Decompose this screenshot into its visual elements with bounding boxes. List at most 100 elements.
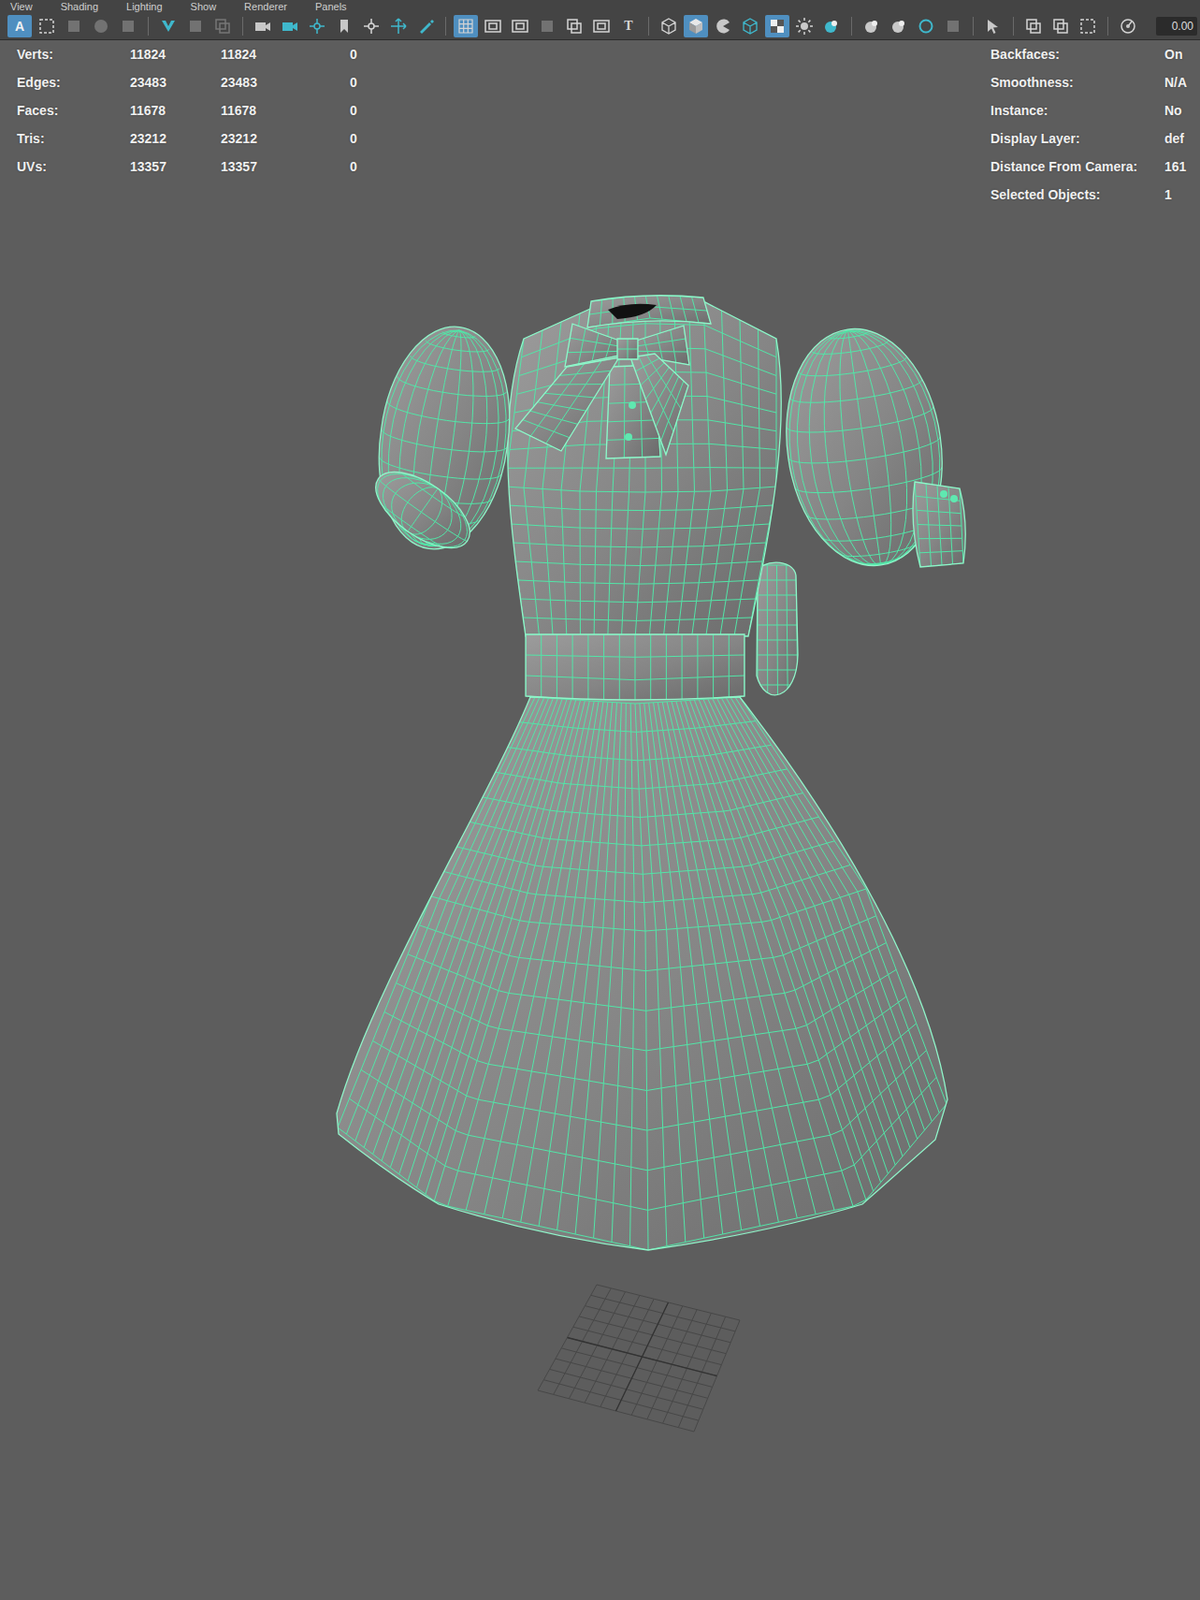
hud-label: Edges: [16, 74, 131, 90]
hud-value: 11824 [220, 46, 350, 62]
toolbar-button[interactable] [156, 14, 181, 38]
toolbar-button[interactable] [386, 14, 411, 38]
toolbar-button[interactable] [183, 14, 208, 38]
hud-label: Backfaces: [990, 46, 1165, 62]
hud-value: 0 [349, 74, 358, 90]
toolbar-button[interactable] [656, 14, 681, 38]
scene-canvas[interactable] [0, 40, 1200, 1600]
viewport[interactable]: Verts:11824118240Edges:23483234830Faces:… [0, 40, 1200, 1600]
toolbar-button[interactable] [250, 14, 275, 38]
grid-icon [456, 16, 476, 36]
screen-space-ao-icon [862, 16, 882, 36]
toolbar-button[interactable] [1048, 14, 1073, 38]
menu-item[interactable]: Lighting [126, 0, 163, 14]
toolbar-button[interactable] [34, 14, 59, 38]
exposure-field[interactable]: 0.00 [1156, 16, 1198, 36]
surface [336, 696, 948, 1250]
camera-attributes-icon [91, 16, 111, 36]
toolbar-button[interactable] [562, 14, 587, 38]
toolbar-button[interactable] [589, 14, 614, 38]
hud-label: Instance: [990, 102, 1165, 118]
hud-label: Verts: [16, 46, 131, 62]
toolbar-button[interactable] [913, 14, 939, 38]
surface [912, 481, 966, 567]
toolbar-button[interactable] [332, 14, 357, 38]
object-details-hud: Backfaces:OnSmoothness:N/AInstance:NoDis… [990, 40, 1187, 209]
back-bow[interactable] [756, 562, 798, 700]
hud-value: 11678 [220, 102, 350, 118]
camera-settings-icon [280, 16, 300, 36]
toolbar-button[interactable] [819, 14, 844, 38]
hud-value: 0 [349, 102, 358, 118]
film-gate-icon [483, 16, 503, 36]
anti-aliasing-icon [916, 16, 936, 36]
toolbar-button[interactable] [534, 14, 560, 38]
menu-item[interactable]: Show [190, 0, 217, 14]
toolbar-button[interactable] [507, 14, 533, 38]
shadows-icon [822, 16, 841, 36]
toolbar-button[interactable] [859, 14, 884, 38]
left-sleeve-cuff[interactable] [375, 472, 470, 549]
dress-model[interactable] [336, 294, 966, 1250]
dress-skirt[interactable] [336, 696, 948, 1250]
collar[interactable] [587, 294, 711, 328]
menu-item[interactable]: View [10, 0, 33, 14]
toolbar-button[interactable] [304, 14, 330, 38]
toolbar-button[interactable] [277, 14, 303, 38]
menu-item[interactable]: Panels [315, 0, 347, 14]
bookmark-icon [334, 16, 354, 36]
wireframe-on-shaded-icon [740, 16, 760, 36]
panel-menu-bar: View Shading Lighting Show Renderer Panels [0, 0, 1200, 14]
menu-item[interactable]: Shading [60, 0, 99, 14]
toolbar-button[interactable] [981, 14, 1006, 38]
toolbar-button[interactable] [61, 14, 87, 38]
hud-value: 1 [1164, 187, 1187, 203]
toolbar-button[interactable] [710, 14, 736, 38]
menu-item[interactable]: Renderer [244, 0, 288, 14]
toolbar-separator [445, 16, 447, 36]
hud-value: No [1164, 102, 1187, 118]
surface [375, 472, 470, 549]
toolbar-button[interactable]: A [7, 14, 32, 38]
toolbar-button[interactable]: T [616, 14, 641, 38]
panel-toolbar: A T 0.00 [0, 13, 1200, 41]
toolbar-button[interactable] [1075, 14, 1100, 38]
surface [515, 357, 620, 451]
dress-belt[interactable] [525, 634, 745, 703]
hud-value: 23212 [130, 130, 221, 146]
toolbar-button[interactable] [940, 14, 966, 38]
outline [912, 481, 966, 567]
toolbar-button[interactable] [115, 14, 141, 38]
surface [617, 338, 638, 360]
right-sleeve-cuff[interactable] [912, 481, 966, 567]
bow-knot[interactable] [617, 338, 638, 360]
lights-icon [795, 16, 814, 36]
dress-bodice[interactable] [505, 299, 781, 639]
toolbar-button[interactable] [792, 14, 817, 38]
outline [336, 696, 948, 1250]
wireframe-mesh [525, 634, 745, 703]
toolbar-button[interactable] [88, 14, 114, 38]
toolbar-button[interactable] [1021, 14, 1046, 38]
wireframe-mesh [587, 294, 711, 328]
toolbar-button[interactable] [765, 14, 790, 38]
toolbar-button[interactable] [210, 14, 235, 38]
hud-label: Display Layer: [990, 130, 1165, 146]
toolbar-button[interactable] [359, 14, 384, 38]
bow-left-tail[interactable] [515, 357, 620, 451]
hud-value: 11678 [130, 102, 221, 118]
hud-value: 0 [349, 130, 358, 146]
bookmark-camera-icon [118, 16, 138, 36]
toolbar-button[interactable] [886, 14, 911, 38]
toolbar-button[interactable] [737, 14, 763, 38]
toolbar-button[interactable] [413, 14, 438, 38]
resolution-gate-icon [510, 16, 530, 36]
bow-right-tail[interactable] [630, 353, 689, 455]
outline [617, 338, 638, 360]
toolbar-button[interactable] [480, 14, 506, 38]
toolbar-button[interactable] [453, 14, 478, 38]
toolbar-button[interactable] [1115, 14, 1141, 38]
maya-viewport-window: View Shading Lighting Show Renderer Panels A T 0… [0, 0, 1200, 1600]
toolbar-button[interactable] [683, 14, 709, 38]
toolbar-separator [1012, 16, 1014, 36]
